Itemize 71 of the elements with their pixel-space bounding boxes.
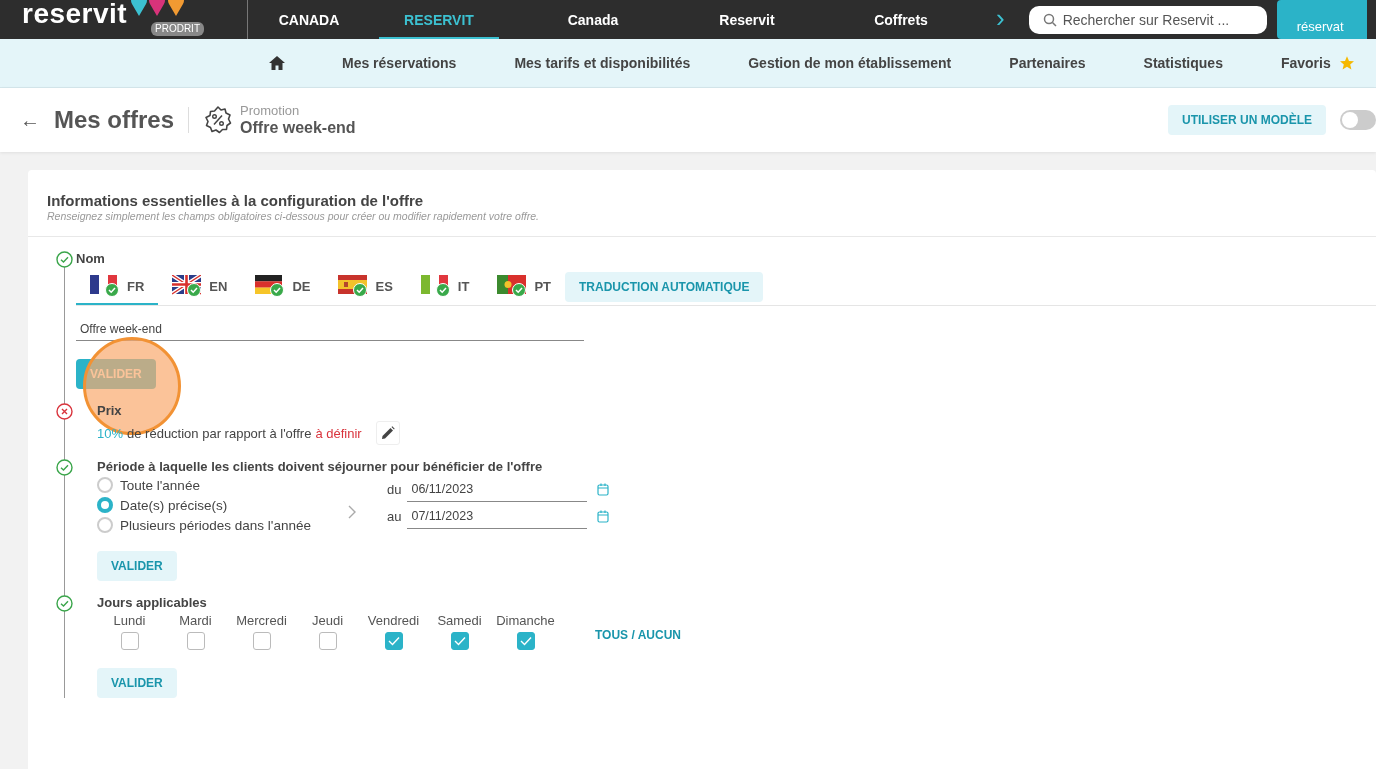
radio-label: Toute l'année — [120, 477, 200, 493]
undefined-warning: à définir — [315, 425, 362, 441]
section-title: Informations essentielles à la configuration de l'offre — [47, 192, 425, 209]
radio-label: Date(s) précise(s) — [120, 497, 228, 513]
next-arrow[interactable]: › — [996, 7, 1005, 28]
radio-option[interactable]: Toute l'année — [97, 477, 347, 493]
page-title: Mes offres — [54, 106, 175, 134]
language-tab[interactable]: FR — [76, 269, 159, 305]
language-tab[interactable]: IT — [406, 269, 484, 305]
home-icon[interactable] — [268, 55, 286, 71]
day-label: Dimanche — [496, 613, 555, 628]
day-checkbox[interactable] — [318, 632, 337, 650]
date-prefix: au — [387, 509, 402, 524]
field-label: Nom — [76, 250, 106, 268]
checkmark-icon — [518, 635, 533, 647]
nav-link[interactable]: Statistiques — [1143, 55, 1223, 71]
radio-label: Plusieurs périodes dans l'année — [120, 517, 311, 533]
checkmark-icon — [452, 635, 467, 647]
edit-button[interactable] — [375, 421, 400, 445]
day-label: Mercredi — [236, 613, 287, 628]
toggle-switch[interactable] — [1340, 110, 1376, 130]
offer-name: Offre week-end — [240, 118, 356, 137]
search-field[interactable]: Rechercher sur Reservit ... — [1028, 5, 1267, 34]
language-tab[interactable]: EN — [158, 269, 242, 305]
top-nav-link[interactable]: CANADA — [254, 12, 364, 39]
nav-link[interactable]: Mes réservations — [342, 55, 457, 71]
discount-badge-icon — [203, 105, 234, 135]
radio-button[interactable] — [97, 517, 113, 533]
radio-option[interactable]: Plusieurs périodes dans l'année — [97, 517, 347, 533]
language-tab[interactable]: PT — [483, 269, 565, 305]
day-checkbox[interactable] — [120, 632, 139, 650]
back-button[interactable]: ← — [20, 108, 40, 132]
nav-link[interactable]: Gestion de mon établissement — [748, 55, 952, 71]
language-tab[interactable]: DE — [241, 269, 325, 305]
day-label: Mardi — [179, 613, 212, 628]
section-subtitle: Renseignez simplement les champs obligatoires ci-dessous pour créer ou modifier rapidement votre offre. — [47, 210, 540, 222]
radio-button[interactable] — [97, 497, 113, 513]
nav-link[interactable]: Mes tarifs et disponibilités — [514, 55, 691, 71]
select-all-none-link[interactable]: TOUS / AUCUN — [595, 628, 681, 642]
date-prefix: du — [387, 482, 402, 497]
nav-link[interactable]: Partenaires — [1009, 55, 1086, 71]
top-nav-link[interactable]: Reservit — [672, 12, 822, 39]
day-label: Samedi — [437, 613, 482, 628]
day-checkbox[interactable] — [186, 632, 205, 650]
star-icon — [1338, 55, 1355, 71]
day-label: Vendredi — [367, 613, 420, 628]
pencil-icon — [380, 426, 395, 440]
logo-text[interactable]: reservit — [22, 0, 128, 28]
language-tab[interactable]: ES — [324, 269, 407, 305]
day-checkbox[interactable] — [450, 632, 469, 650]
discount-value: 10% — [97, 425, 124, 441]
top-nav-link[interactable]: Canada — [518, 12, 668, 39]
map-pins-icon — [131, 0, 186, 16]
field-label: Jours applicables — [97, 594, 208, 612]
day-label: Jeudi — [311, 613, 344, 628]
day-checkbox[interactable] — [516, 632, 535, 650]
nav-link[interactable]: Favoris — [1280, 55, 1331, 71]
day-label: Lundi — [113, 613, 146, 628]
top-nav-link[interactable]: Coffrets — [826, 12, 976, 39]
radio-option[interactable]: Date(s) précise(s) — [97, 497, 347, 513]
checkmark-icon — [386, 635, 401, 647]
field-label: Période à laquelle les clients doivent séjourner pour bénéficier de l'offre — [97, 458, 544, 476]
calendar-icon[interactable] — [597, 483, 610, 496]
field-label: Prix — [97, 402, 123, 420]
environment-badge: PRODRIT — [151, 22, 204, 36]
chevron-right-icon — [347, 505, 357, 519]
offer-type: Promotion — [240, 103, 301, 118]
radio-button[interactable] — [97, 477, 113, 493]
day-checkbox[interactable] — [384, 632, 403, 650]
day-checkbox[interactable] — [252, 632, 271, 650]
calendar-icon[interactable] — [597, 510, 610, 523]
